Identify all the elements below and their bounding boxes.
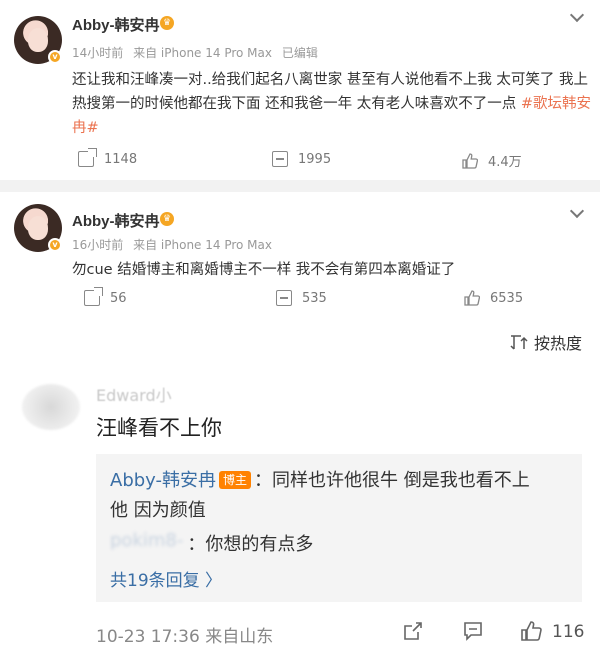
replies-box: Abby-韩安冉 博主 ：同样也许他很牛 倒是我也看不上 他 因为颜值 pokim8… — [96, 454, 582, 602]
comment-button[interactable]: 1995 — [272, 151, 331, 167]
post-text-line: 还让我和汪峰凑一对..给我们起名八离世家 甚至有人说他看不上我 太可笑了 我上 — [72, 72, 589, 88]
thumbs-up-icon[interactable] — [520, 620, 542, 642]
commenter-name[interactable]: Edward小 — [96, 382, 172, 406]
share-button[interactable]: 1148 — [78, 148, 138, 167]
comment-time: 10-23 17:36 — [96, 627, 200, 647]
post-text: 勿cue 结婚博主和离婚博主不一样 我不会有第四本离婚证了 — [72, 258, 592, 282]
edited-label: 已编辑 — [281, 46, 318, 60]
weibo-post-1: v Abby-韩安冉 ♛ 14小时前 来自 iPhone 14 Pro Max … — [0, 0, 600, 180]
post-source: 来自 iPhone 14 Pro Max — [133, 238, 272, 252]
comment-like-count: 116 — [552, 622, 585, 642]
comment-meta: 10-23 17:36 来自山东 — [96, 622, 273, 647]
post-time: 14小时前 — [72, 46, 124, 60]
topic-link[interactable]: 冉# — [72, 120, 99, 136]
reply-author[interactable]: Abby-韩安冉 — [110, 470, 216, 491]
chevron-down-icon[interactable] — [569, 203, 585, 219]
like-button[interactable]: 6535 — [464, 290, 523, 306]
comment-icon — [272, 151, 288, 167]
reply-text: 他 因为颜值 — [110, 500, 206, 521]
chevron-down-icon[interactable] — [569, 7, 585, 23]
post-text-segment: 热搜第一的时候他都在我下面 还和我爸一年 太有老人味喜欢不了一点 — [72, 96, 521, 112]
verified-badge-icon: v — [48, 50, 62, 64]
comment-footer: 10-23 17:36 来自山东 116 — [96, 618, 585, 647]
blogger-badge: 博主 — [219, 471, 252, 489]
reply-text: ：你想的有点多 — [187, 534, 314, 555]
post-meta: 14小时前 来自 iPhone 14 Pro Max 已编辑 — [72, 44, 324, 61]
post-text: 还让我和汪峰凑一对..给我们起名八离世家 甚至有人说他看不上我 太可笑了 我上 … — [72, 68, 592, 140]
thumbs-up-icon — [462, 152, 478, 169]
comment-count: 535 — [302, 290, 327, 306]
comment-icon[interactable] — [462, 620, 484, 642]
like-count: 6535 — [490, 290, 524, 306]
reply-item: pokim8- ：你想的有点多 — [110, 530, 313, 556]
comment-icon — [276, 290, 292, 306]
share-count: 56 — [110, 290, 127, 306]
comment-text: 汪峰看不上你 — [96, 416, 222, 440]
share-button[interactable]: 56 — [84, 287, 127, 306]
post-meta: 16小时前 来自 iPhone 14 Pro Max — [72, 236, 278, 253]
share-icon[interactable] — [402, 620, 424, 642]
share-count: 1148 — [104, 151, 138, 167]
reply-author[interactable]: pokim8- — [110, 530, 183, 556]
share-icon — [78, 148, 97, 167]
post-actions: 56 535 6535 — [0, 287, 600, 312]
sort-icon — [510, 335, 528, 350]
like-button[interactable]: 4.4万 — [462, 151, 522, 170]
sort-by-hot-button[interactable]: 按热度 — [510, 330, 582, 354]
author-name[interactable]: Abby-韩安冉 — [72, 14, 160, 35]
post-text-line: 热搜第一的时候他都在我下面 还和我爸一年 太有老人味喜欢不了一点 #歌坛韩安 — [72, 92, 592, 116]
share-icon — [84, 287, 103, 306]
reply-item: Abby-韩安冉 博主 ：同样也许他很牛 倒是我也看不上 他 因为颜值 — [110, 466, 570, 526]
topic-link[interactable]: #歌坛韩安 — [521, 96, 591, 112]
reply-text: ：同样也许他很牛 倒是我也看不上 — [254, 470, 530, 491]
thumbs-up-icon — [464, 290, 480, 306]
sort-label: 按热度 — [533, 334, 582, 353]
vip-crown-icon: ♛ — [160, 212, 174, 226]
post-time: 16小时前 — [72, 238, 124, 252]
post-separator — [0, 180, 600, 192]
comment-count: 1995 — [298, 151, 332, 167]
commenter-avatar[interactable] — [22, 384, 80, 430]
comment-location: 来自山东 — [205, 627, 274, 647]
post-text-line: 勿cue 结婚博主和离婚博主不一样 我不会有第四本离婚证了 — [72, 262, 456, 278]
verified-badge-icon: v — [48, 238, 62, 252]
view-all-replies-link[interactable]: 共19条回复 〉 — [110, 566, 222, 591]
post-source: 来自 iPhone 14 Pro Max — [133, 46, 272, 60]
like-count: 4.4万 — [488, 155, 522, 170]
vip-crown-icon: ♛ — [160, 16, 174, 30]
post-actions: 1148 1995 4.4万 — [0, 148, 600, 173]
comment-button[interactable]: 535 — [276, 290, 327, 306]
author-name[interactable]: Abby-韩安冉 — [72, 210, 160, 231]
post-text-line: 冉# — [72, 116, 592, 140]
